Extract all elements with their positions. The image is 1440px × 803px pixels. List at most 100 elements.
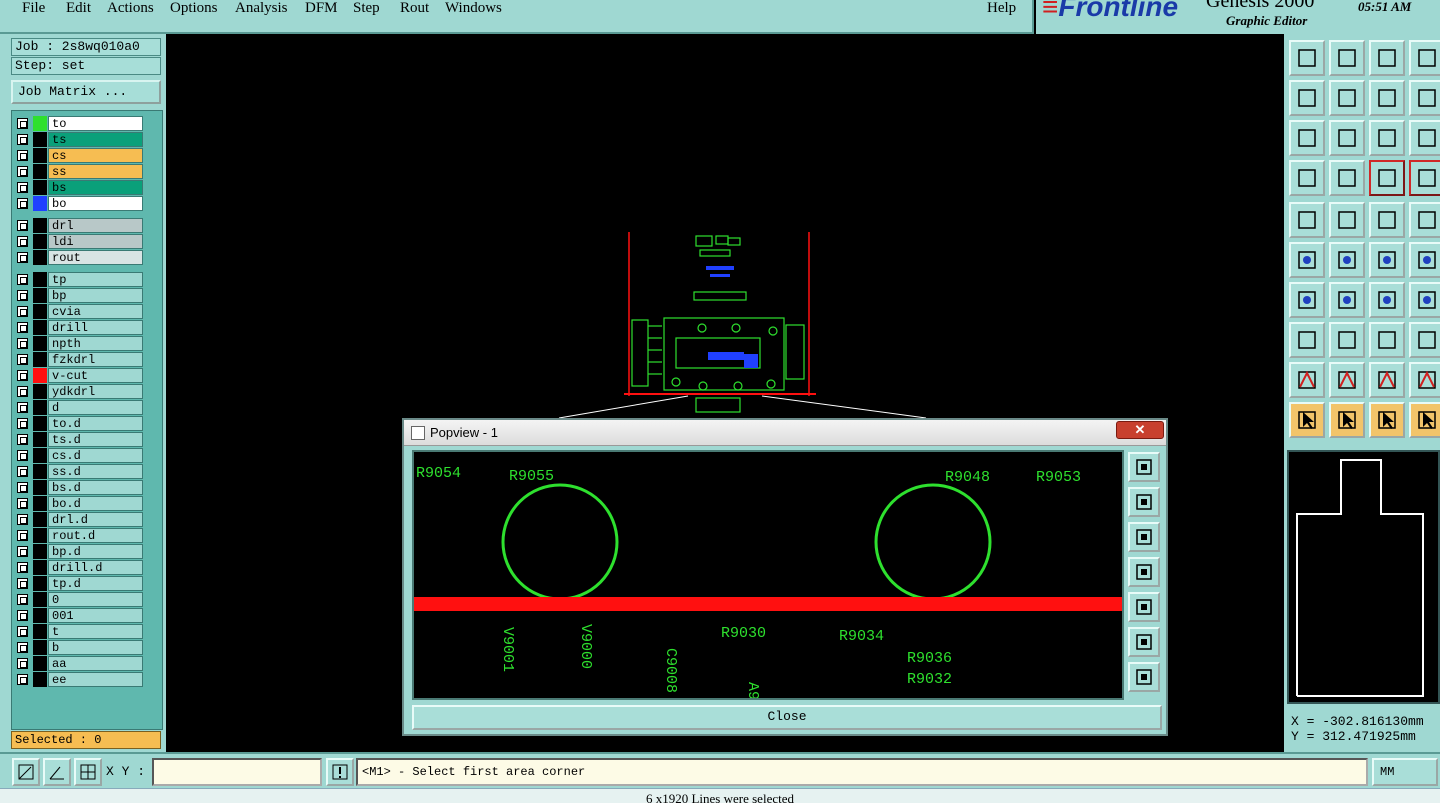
layer-checkbox[interactable]: [17, 370, 28, 381]
measure-button[interactable]: [43, 758, 71, 786]
layer-color-swatch[interactable]: [33, 592, 47, 607]
layer-checkbox[interactable]: [17, 338, 28, 349]
layer-color-swatch[interactable]: [33, 164, 47, 179]
layer-checkbox[interactable]: [17, 166, 28, 177]
pv-pan-up-button[interactable]: [1128, 487, 1160, 517]
grid-view-button[interactable]: [1409, 40, 1440, 76]
layer-name[interactable]: 001: [48, 608, 143, 623]
net-button[interactable]: [1369, 160, 1405, 196]
layer-color-swatch[interactable]: [33, 464, 47, 479]
layer-checkbox[interactable]: [17, 252, 28, 263]
layer-checkbox[interactable]: [17, 386, 28, 397]
group-button[interactable]: [1409, 322, 1440, 358]
open-job-button[interactable]: [1289, 40, 1325, 76]
pv-pan-left-button[interactable]: [1128, 557, 1160, 587]
layer-row-bp[interactable]: bp: [16, 288, 143, 303]
layer-row-tp-d[interactable]: tp.d: [16, 576, 143, 591]
layer-row-ee[interactable]: ee: [16, 672, 143, 687]
pv-pan-down-button[interactable]: [1128, 522, 1160, 552]
layer-row-drl-d[interactable]: drl.d: [16, 512, 143, 527]
layer-color-swatch[interactable]: [33, 368, 47, 383]
pv-center-button[interactable]: [1128, 662, 1160, 692]
polygon-button[interactable]: [1289, 362, 1325, 398]
menu-step[interactable]: Step: [353, 0, 380, 17]
layer-name[interactable]: ldi: [48, 234, 143, 249]
layer-color-swatch[interactable]: [33, 304, 47, 319]
menu-help[interactable]: Help: [987, 0, 1016, 17]
layer-name[interactable]: tp.d: [48, 576, 143, 591]
pv-fit-button[interactable]: [1128, 627, 1160, 657]
attr-button[interactable]: [1289, 322, 1325, 358]
layer-name[interactable]: drl.d: [48, 512, 143, 527]
layer-color-swatch[interactable]: [33, 250, 47, 265]
fit-button[interactable]: [1289, 120, 1325, 156]
layer-checkbox[interactable]: [17, 642, 28, 653]
layer-name[interactable]: rout: [48, 250, 143, 265]
grid-button[interactable]: [74, 758, 102, 786]
layer-row-cs-d[interactable]: cs.d: [16, 448, 143, 463]
layer-name[interactable]: ydkdrl: [48, 384, 143, 399]
layer-name[interactable]: ts.d: [48, 432, 143, 447]
layer-row-bp-d[interactable]: bp.d: [16, 544, 143, 559]
layer-color-swatch[interactable]: [33, 480, 47, 495]
layer-checkbox[interactable]: [17, 322, 28, 333]
layer-checkbox[interactable]: [17, 220, 28, 231]
layer-row-rout[interactable]: rout: [16, 250, 143, 265]
polygon4-button[interactable]: [1409, 362, 1440, 398]
layer-color-swatch[interactable]: [33, 608, 47, 623]
select-button[interactable]: [1289, 202, 1325, 238]
job-matrix-button[interactable]: Job Matrix ...: [11, 80, 161, 104]
layer-name[interactable]: cvia: [48, 304, 143, 319]
arc-button[interactable]: [1329, 282, 1365, 318]
layer-color-swatch[interactable]: [33, 512, 47, 527]
layer-row-npth[interactable]: npth: [16, 336, 143, 351]
layer-color-swatch[interactable]: [33, 528, 47, 543]
layer-color-swatch[interactable]: [33, 640, 47, 655]
layer-color-swatch[interactable]: [33, 218, 47, 233]
polygon3-button[interactable]: [1369, 362, 1405, 398]
nodes-button[interactable]: [1289, 242, 1325, 278]
layer-name[interactable]: bo.d: [48, 496, 143, 511]
zoom-prev-button[interactable]: [1289, 80, 1325, 116]
layer-row-bs[interactable]: bs: [16, 180, 143, 195]
layer-row-b[interactable]: b: [16, 640, 143, 655]
layer-color-swatch[interactable]: [33, 448, 47, 463]
scroll-button[interactable]: [1409, 80, 1440, 116]
layer-color-swatch[interactable]: [33, 432, 47, 447]
rotate-button[interactable]: [1369, 282, 1405, 318]
layer-row-drill-d[interactable]: drill.d: [16, 560, 143, 575]
layer-name[interactable]: tp: [48, 272, 143, 287]
menu-options[interactable]: Options: [170, 0, 218, 17]
layer-checkbox[interactable]: [17, 118, 28, 129]
layer-row-t[interactable]: t: [16, 624, 143, 639]
pv-pan-right-button[interactable]: [1128, 592, 1160, 622]
layer-name[interactable]: to: [48, 116, 143, 131]
copy-button[interactable]: [1409, 242, 1440, 278]
menu-rout[interactable]: Rout: [400, 0, 429, 17]
menu-actions[interactable]: Actions: [107, 0, 154, 17]
layer-checkbox[interactable]: [17, 466, 28, 477]
layer-color-swatch[interactable]: [33, 148, 47, 163]
pointer-net-button[interactable]: [1409, 402, 1440, 438]
layer-name[interactable]: bs.d: [48, 480, 143, 495]
layer-name[interactable]: bp.d: [48, 544, 143, 559]
redraw-button[interactable]: [1369, 80, 1405, 116]
layer-row-d[interactable]: d: [16, 400, 143, 415]
layer-checkbox[interactable]: [17, 134, 28, 145]
layer-checkbox[interactable]: [17, 150, 28, 161]
alert-button[interactable]: [326, 758, 354, 786]
layer-row-v-cut[interactable]: v-cut: [16, 368, 143, 383]
layer-color-swatch[interactable]: [33, 272, 47, 287]
layer-name[interactable]: fzkdrl: [48, 352, 143, 367]
pv-zoom-in-button[interactable]: [1128, 452, 1160, 482]
pointer-cont-button[interactable]: [1369, 402, 1405, 438]
layer-name[interactable]: cs: [48, 148, 143, 163]
layer-checkbox[interactable]: [17, 450, 28, 461]
layer-name[interactable]: bp: [48, 288, 143, 303]
layer-checkbox[interactable]: [17, 594, 28, 605]
zoom-area-button[interactable]: [12, 758, 40, 786]
move-button[interactable]: [1369, 242, 1405, 278]
minus-button[interactable]: [1329, 322, 1365, 358]
layer-name[interactable]: to.d: [48, 416, 143, 431]
layer-checkbox[interactable]: [17, 658, 28, 669]
